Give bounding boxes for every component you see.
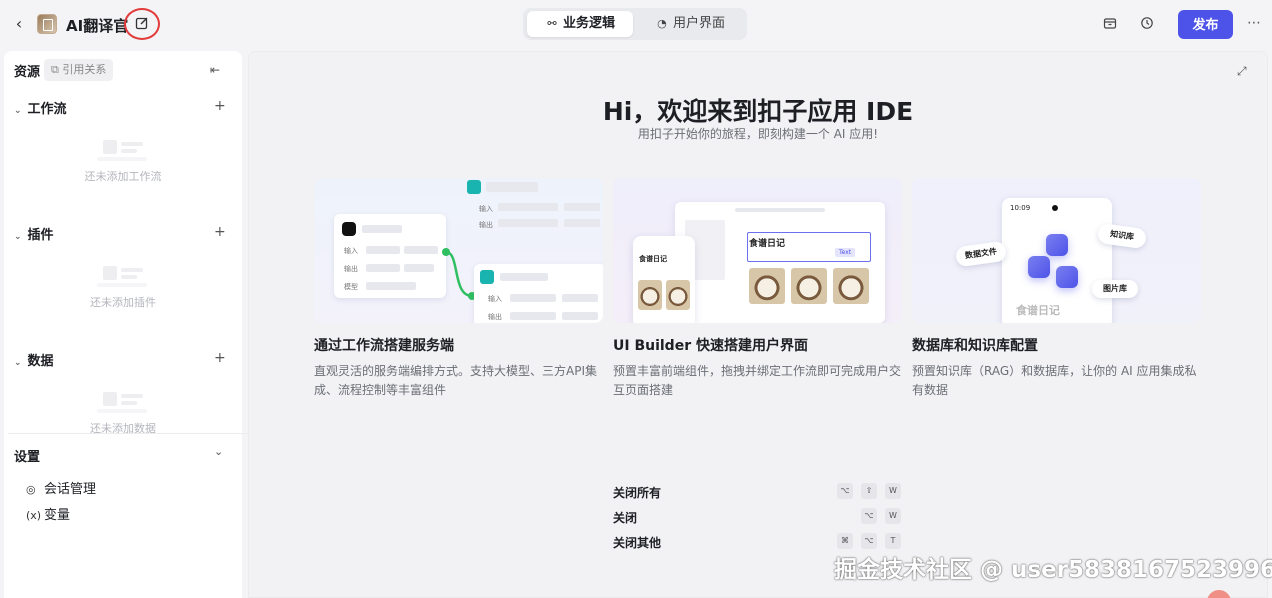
reference-relation-button[interactable]: ⧉ 引用关系	[44, 59, 114, 81]
section-data[interactable]: ⌄ 数据	[14, 350, 54, 369]
settings-item-session[interactable]: ◎ 会话管理	[26, 478, 96, 497]
main-panel: ⤢ Hi，欢迎来到扣子应用 IDE 用扣子开始你的旅程，即刻构建一个 AI 应用…	[248, 51, 1268, 598]
ui-builder-card-title[interactable]: UI Builder 快速搭建用户界面	[613, 335, 808, 355]
workflow-card-desc: 直观灵活的服务端编排方式。支持大模型、三方API集成、流程控制等丰富组件	[314, 364, 597, 397]
bot-icon	[342, 222, 356, 236]
app-logo-icon	[37, 14, 57, 34]
welcome-subtitle: 用扣子开始你的旅程，即刻构建一个 AI 应用!	[637, 127, 879, 141]
data-file-tag: 数据文件	[954, 240, 1008, 268]
empty-illustration	[97, 264, 147, 288]
edit-app-button[interactable]	[124, 8, 160, 40]
collapse-sidebar-icon[interactable]: ⇤	[210, 63, 220, 77]
database-card-image[interactable]: 10:09 食谱日记 数据文件 知识库 图片库	[912, 178, 1201, 323]
key: ⌘	[837, 533, 853, 549]
add-data-icon[interactable]: +	[214, 350, 226, 366]
workflow-node: 输入 输出 模型	[334, 214, 446, 298]
workflow-card-image[interactable]: 输入 输出 模型 输入 输出 输入 输出	[314, 178, 603, 323]
watermark: 掘金技术社区 @ user5838167523996	[834, 557, 1272, 583]
code-node: 输入 输出	[474, 264, 603, 323]
code-icon	[480, 270, 494, 284]
mode-tabs: ⚯ 业务逻辑 ◔ 用户界面	[523, 8, 747, 40]
empty-workflow-text: 还未添加工作流	[84, 170, 162, 183]
ui-builder-card-image[interactable]: 食谱日记 Text 食谱日记	[613, 178, 902, 323]
publish-button[interactable]: 发布	[1178, 10, 1233, 39]
variable-icon: (x)	[26, 509, 42, 522]
more-options-icon[interactable]: ⋯	[1244, 14, 1264, 34]
archive-icon[interactable]	[1102, 16, 1118, 32]
edit-icon	[135, 17, 148, 30]
workflow-card-title[interactable]: 通过工作流搭建服务端	[314, 335, 454, 355]
ui-builder-card-desc: 预置丰富前端组件，拖拽并绑定工作流即可完成用户交互页面搭建	[613, 364, 902, 397]
add-workflow-icon[interactable]: +	[214, 98, 226, 114]
phone-preview: 10:09 食谱日记	[1002, 198, 1112, 323]
section-workflow[interactable]: ⌄ 工作流	[14, 98, 67, 117]
empty-plugin-text: 还未添加插件	[90, 296, 156, 309]
link-icon: ⧉	[51, 63, 63, 76]
shortcut-close-all: 关闭所有	[613, 486, 662, 500]
chevron-down-icon[interactable]: ⌄	[214, 445, 223, 458]
database-card-desc: 预置知识库（RAG）和数据库，让你的 AI 应用集成私有数据	[912, 364, 1197, 397]
empty-illustration	[97, 138, 147, 162]
key: W	[885, 508, 901, 524]
key: ⌥	[861, 508, 877, 524]
document-icon	[1028, 256, 1050, 278]
history-icon[interactable]	[1139, 16, 1155, 32]
back-arrow-icon[interactable]: ‹	[10, 14, 28, 34]
top-bar: ‹ AI翻译官 ⚯ 业务逻辑 ◔ 用户界面 发布 ⋯	[0, 0, 1272, 48]
palette-icon: ◔	[657, 17, 667, 30]
chevron-down-icon: ⌄	[14, 358, 22, 368]
tab-user-interface[interactable]: ◔ 用户界面	[637, 11, 743, 37]
shortcut-close-others: 关闭其他	[613, 536, 662, 550]
sidebar-title: 资源	[14, 65, 41, 80]
chat-manage-icon: ◎	[26, 483, 36, 496]
database-card-title[interactable]: 数据库和知识库配置	[912, 335, 1038, 355]
welcome-title: Hi，欢迎来到扣子应用 IDE	[602, 97, 914, 126]
key: T	[885, 533, 901, 549]
tab-business-logic[interactable]: ⚯ 业务逻辑	[527, 11, 633, 37]
section-plugin[interactable]: ⌄ 插件	[14, 224, 54, 243]
phone-preview: 食谱日记	[633, 236, 695, 323]
builder-window: 食谱日记 Text	[675, 202, 885, 323]
settings-item-variable[interactable]: (x) 变量	[26, 504, 70, 523]
chevron-down-icon: ⌄	[14, 106, 22, 116]
image-library-tag: 图片库	[1092, 280, 1138, 298]
key: W	[885, 483, 901, 499]
divider	[8, 433, 265, 434]
resource-sidebar: 资源 ⧉ 引用关系 ⇤ ⌄ 工作流 + 还未添加工作流 ⌄ 插件 + 还未添加插件 …	[4, 51, 265, 598]
shortcut-close: 关闭	[613, 511, 638, 525]
key: ⌥	[861, 533, 877, 549]
app-name: AI翻译官	[66, 17, 129, 35]
key: ⌥	[837, 483, 853, 499]
add-plugin-icon[interactable]: +	[214, 224, 226, 240]
chevron-down-icon: ⌄	[14, 232, 22, 242]
table-icon	[1046, 234, 1068, 256]
workflow-icon: ⚯	[547, 17, 557, 30]
section-settings[interactable]: 设置	[14, 446, 40, 465]
image-icon	[1056, 266, 1078, 288]
code-icon	[467, 180, 481, 194]
key: ⇧	[861, 483, 877, 499]
expand-icon[interactable]: ⤢	[1237, 64, 1247, 79]
empty-illustration	[97, 390, 147, 414]
